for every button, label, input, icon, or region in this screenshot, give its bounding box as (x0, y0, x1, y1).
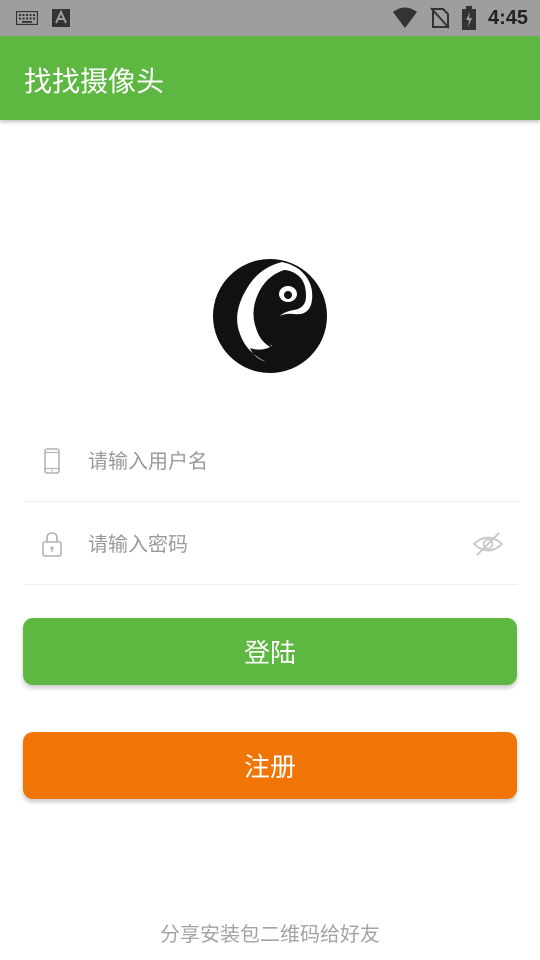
eye-hidden-icon[interactable] (472, 531, 504, 557)
login-button[interactable]: 登陆 (23, 618, 517, 685)
password-field-row (24, 503, 518, 585)
app-title: 找找摄像头 (24, 65, 165, 98)
password-input[interactable] (88, 523, 448, 565)
lock-icon (42, 532, 62, 557)
app-bar: 找找摄像头 (0, 36, 540, 120)
wifi-icon (392, 7, 417, 28)
username-input[interactable] (88, 440, 448, 482)
no-sim-icon (430, 7, 450, 29)
status-bar-right: 4:45 (392, 6, 528, 30)
status-bar: 4:45 (0, 0, 540, 36)
phone-icon (44, 448, 60, 474)
text-a-icon (52, 9, 70, 27)
status-time: 4:45 (487, 6, 528, 29)
share-qr-link[interactable]: 分享安装包二维码给好友 (0, 918, 540, 947)
username-field-row (24, 420, 518, 502)
register-button[interactable]: 注册 (23, 732, 517, 799)
keyboard-icon (16, 11, 38, 25)
dog-logo-icon (213, 259, 327, 373)
battery-charging-icon (461, 6, 476, 30)
status-bar-left (16, 9, 70, 27)
